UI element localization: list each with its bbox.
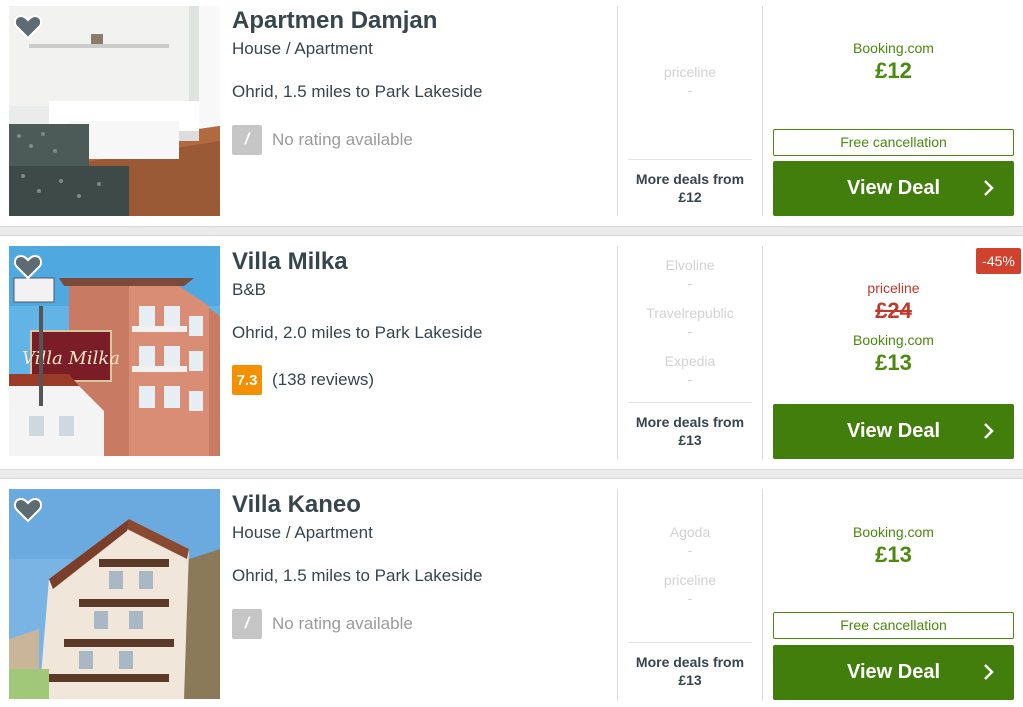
deal-price: - <box>687 82 693 98</box>
deal-provider[interactable]: Agoda <box>628 523 752 541</box>
deal-provider[interactable]: Elvoline <box>628 256 752 274</box>
rating-row: 7.3 (138 reviews) <box>232 365 374 395</box>
hotel-name[interactable]: Apartmen Damjan <box>232 6 612 36</box>
view-deal-button[interactable]: View Deal <box>773 161 1014 216</box>
more-deals-price: £12 <box>678 189 702 205</box>
chevron-right-icon <box>984 423 994 439</box>
hotel-location: Ohrid, 2.0 miles to Park Lakeside <box>232 323 483 342</box>
other-deals: priceline - <box>628 63 752 111</box>
deal-price: - <box>687 371 693 387</box>
photo-sign-text: Villa Milka <box>22 348 120 369</box>
best-price: £12 <box>875 58 912 83</box>
original-price: £24 <box>875 298 912 323</box>
card-separator <box>0 226 1023 236</box>
best-provider: Booking.com <box>853 524 934 540</box>
divider <box>617 489 618 701</box>
divider <box>617 6 618 216</box>
hotel-name[interactable]: Villa Kaneo <box>232 490 612 520</box>
hotel-name[interactable]: Villa Milka <box>232 247 612 277</box>
deal-price: - <box>687 590 693 606</box>
other-deals: Elvoline - Travelrepublic - Expedia - <box>628 256 752 400</box>
heart-icon[interactable] <box>14 14 42 40</box>
more-deals-label: More deals from <box>635 171 745 187</box>
free-cancellation-badge: Free cancellation <box>773 129 1014 156</box>
divider <box>762 246 763 459</box>
more-deals-price: £13 <box>678 432 702 448</box>
deal-provider[interactable]: priceline <box>628 571 752 589</box>
hotel-type: House / Apartment <box>232 523 373 542</box>
deal-provider[interactable]: Travelrepublic <box>628 304 752 322</box>
best-price: £13 <box>875 542 912 567</box>
card-separator <box>0 469 1023 479</box>
hotel-location: Ohrid, 1.5 miles to Park Lakeside <box>232 566 483 585</box>
hotel-type: B&B <box>232 280 267 299</box>
chevron-right-icon <box>984 180 994 196</box>
deal-price: - <box>687 275 693 291</box>
more-deals-label: More deals from <box>635 654 745 670</box>
deal-provider[interactable]: priceline <box>628 63 752 81</box>
chevron-right-icon <box>984 664 994 680</box>
original-provider: priceline <box>867 280 920 296</box>
free-cancellation-badge: Free cancellation <box>773 612 1014 639</box>
divider <box>762 6 763 216</box>
hotel-info: Villa Milka B&B Ohrid, 2.0 miles to Park… <box>232 247 612 395</box>
best-deal: Booking.com £13 <box>773 523 1014 569</box>
hotel-card: Apartmen Damjan House / Apartment Ohrid,… <box>0 0 1023 226</box>
rating-badge: 7.3 <box>232 365 262 395</box>
best-provider: Booking.com <box>853 40 934 56</box>
divider <box>617 246 618 459</box>
hotel-type: House / Apartment <box>232 39 373 58</box>
best-deal: priceline £24 Booking.com £13 <box>773 279 1014 377</box>
best-deal: Booking.com £12 <box>773 39 1014 85</box>
divider <box>762 489 763 701</box>
discount-badge: -45% <box>976 248 1021 274</box>
hotel-location: Ohrid, 1.5 miles to Park Lakeside <box>232 82 483 101</box>
rating-text[interactable]: (138 reviews) <box>272 370 374 390</box>
rating-row: / No rating available <box>232 125 413 155</box>
view-deal-label: View Deal <box>846 177 941 199</box>
hotel-info: Apartmen Damjan House / Apartment Ohrid,… <box>232 6 612 155</box>
hotel-card: Villa Kaneo House / Apartment Ohrid, 1.5… <box>0 479 1023 707</box>
best-price: £13 <box>875 350 912 375</box>
deal-price: - <box>687 323 693 339</box>
best-provider: Booking.com <box>853 332 934 348</box>
rating-text: No rating available <box>272 614 413 633</box>
heart-icon[interactable] <box>14 497 42 523</box>
heart-icon[interactable] <box>14 254 42 280</box>
other-deals: Agoda - priceline - <box>628 523 752 619</box>
deal-price: - <box>687 542 693 558</box>
view-deal-button[interactable]: View Deal <box>773 404 1014 459</box>
more-deals-link[interactable]: More deals from £12 <box>628 159 752 216</box>
more-deals-price: £13 <box>678 672 702 688</box>
hotel-card: Villa Milka Villa Milka B&B Ohrid, 2.0 m… <box>0 236 1023 469</box>
hotel-info: Villa Kaneo House / Apartment Ohrid, 1.5… <box>232 490 612 639</box>
rating-badge: / <box>232 125 262 155</box>
more-deals-label: More deals from <box>635 414 745 430</box>
deal-provider[interactable]: Expedia <box>628 352 752 370</box>
view-deal-label: View Deal <box>846 420 941 442</box>
view-deal-button[interactable]: View Deal <box>773 645 1014 700</box>
rating-text: No rating available <box>272 130 413 149</box>
rating-row: / No rating available <box>232 609 413 639</box>
view-deal-label: View Deal <box>846 661 941 683</box>
rating-badge: / <box>232 609 262 639</box>
more-deals-link[interactable]: More deals from £13 <box>628 402 752 459</box>
more-deals-link[interactable]: More deals from £13 <box>628 642 752 699</box>
